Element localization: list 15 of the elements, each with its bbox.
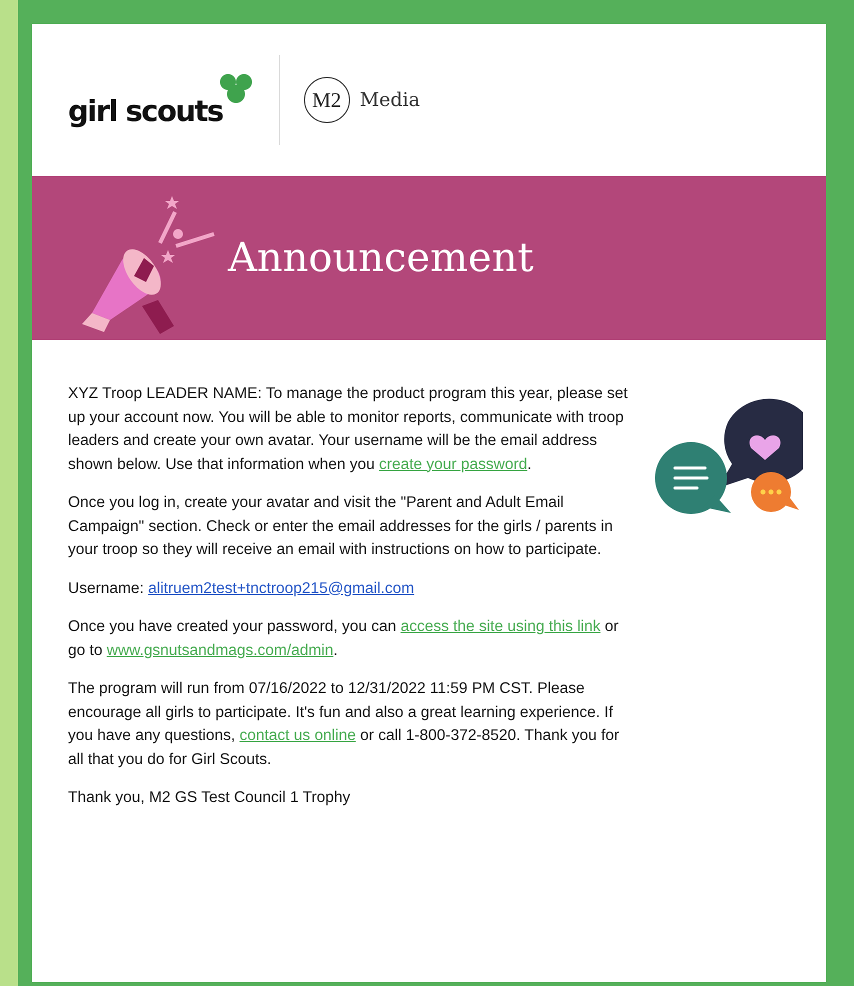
text-link[interactable]: contact us online <box>239 727 356 744</box>
message-paragraph: Username: alitruem2test+tnctroop215@gmail.com <box>68 578 416 598</box>
partner-logo-text: Media <box>360 89 420 111</box>
banner-title: Announcement <box>228 235 534 281</box>
message-paragraph: Once you log in, create your avatar and visit the "Parent and Adult Email Campaign" section. Check or enter the email addresses for the girls / parents in your troop so they will receive an email with instructions on how to participate. <box>68 493 614 560</box>
girl-scouts-logo-text: girl scouts <box>68 94 223 128</box>
text-link[interactable]: www.gsnutsandmags.com/admin <box>106 642 334 658</box>
partner-logo-mark: M2 <box>304 77 350 123</box>
message-paragraph: XYZ Troop LEADER NAME: To manage the product program this year, please set up your account now. You will be able to monitor reports, communicate with troop leaders and create your own avatar. Your username will be the email address shown below. Use that information when you create your password. <box>68 384 629 474</box>
message-paragraph: Thank you, M2 GS Test Council 1 Trophy <box>68 788 352 808</box>
text-link[interactable]: access the site using this link <box>400 618 600 635</box>
message-paragraph: Once you have created your password, you can access the site using this link or go to www.gsnutsandmags.com/admin. <box>68 617 620 660</box>
text-link[interactable]: alitruem2test+tnctroop215@gmail.com <box>148 580 414 596</box>
message-paragraph: The program will run from 07/16/2022 to 12/31/2022 11:59 PM CST. Please encourage all girls to participate. It's fun and also a great learning experience. If you have any questions, contact us online or call 1-800-372-8520. Thank you for all that you do for Girl Scouts. <box>68 679 620 770</box>
text-link[interactable]: create your password <box>379 456 528 472</box>
